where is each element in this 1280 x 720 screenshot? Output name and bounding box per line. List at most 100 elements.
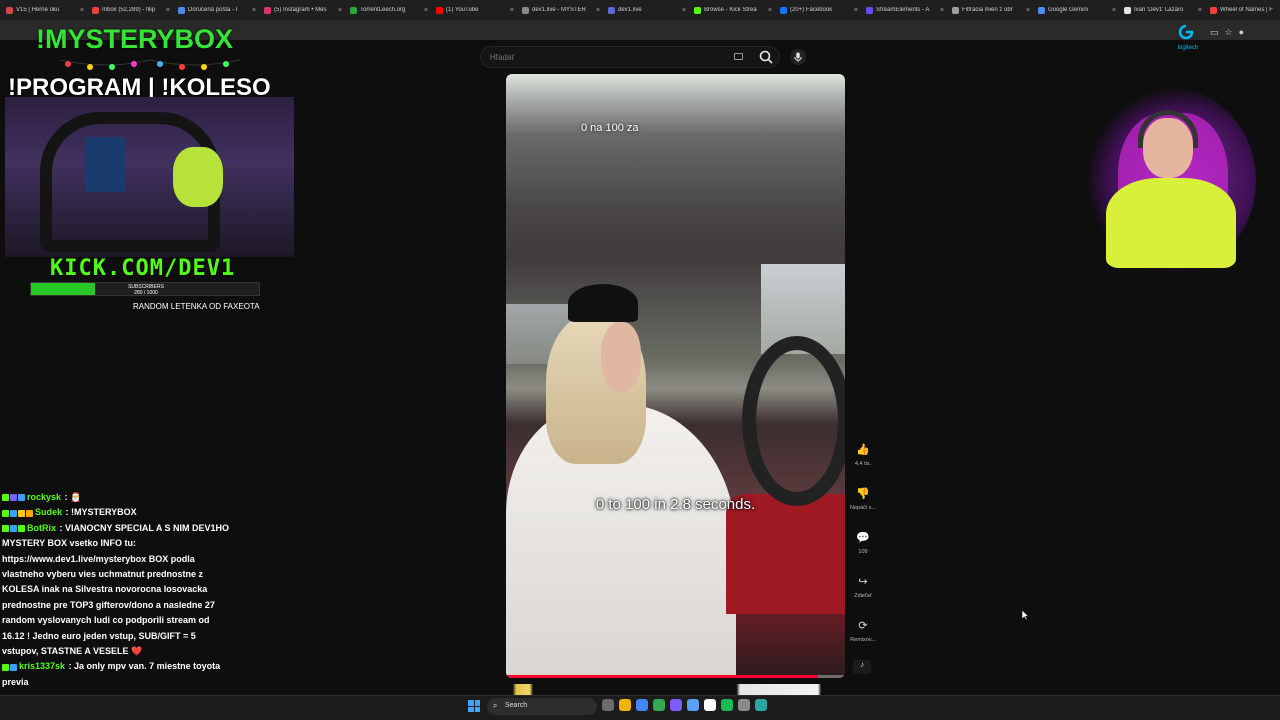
tab-close-icon[interactable]: × — [1198, 7, 1202, 14]
browser-tab[interactable]: Browse - Kick Strea × — [690, 2, 776, 18]
keyboard-icon[interactable] — [734, 53, 743, 60]
sound-thumbnail[interactable]: ♪ — [853, 660, 871, 674]
search-box[interactable]: Hľadať — [480, 46, 780, 68]
kick-url: KICK.COM/DEV1 — [50, 256, 236, 281]
browser-tab[interactable]: Doručená pošta - I × — [174, 2, 260, 18]
chat-badges — [2, 663, 17, 671]
browser-tab[interactable]: (1) YouTube × — [432, 2, 518, 18]
tab-close-icon[interactable]: × — [854, 7, 858, 14]
overlay-title-mysterybox: !MYSTERYBOX — [36, 24, 234, 54]
streamer-face-cam — [1088, 88, 1256, 273]
tab-title: (20+) Facebook — [790, 7, 833, 13]
browser-tab-bar: V15 | Herné oku × Inbox (52,289) - filip × D… — [0, 0, 1280, 20]
taskbar-app-icon[interactable] — [687, 699, 699, 711]
windows-start-icon[interactable] — [468, 700, 480, 712]
comment-icon[interactable]: 💬 — [854, 528, 872, 546]
action-label: 109 — [858, 549, 868, 555]
cast-icon[interactable]: ▭ — [1210, 27, 1219, 38]
dislike-button[interactable]: 👎 Nepáči s... — [845, 484, 881, 518]
logitech-text: logitech — [1177, 45, 1199, 51]
taskbar-app-icon[interactable] — [721, 699, 733, 711]
chat-text: : VIANOCNY SPECIAL A S NIM DEV1HO MYSTER… — [2, 522, 230, 657]
video-progress-bar[interactable] — [506, 675, 845, 678]
browser-tab[interactable]: Filtrácia mien z obr × — [948, 2, 1034, 18]
christmas-lights-decoration — [60, 59, 240, 70]
logitech-logo: logitech — [1176, 24, 1200, 54]
tab-title: Inbox (52,289) - filip — [102, 7, 156, 13]
browser-tab[interactable]: Ivan 'Dev1' Lazaro × — [1120, 2, 1206, 18]
overlay-ticker: RANDOM LETENKA OD FAXEOTA — [133, 302, 260, 311]
chat-username[interactable]: rockysk — [27, 492, 61, 502]
browser-tab[interactable]: StreamElements - A × — [862, 2, 948, 18]
chat-username[interactable]: BotRix — [27, 523, 56, 533]
tab-close-icon[interactable]: × — [596, 7, 600, 14]
tab-close-icon[interactable]: × — [1112, 7, 1116, 14]
monitor — [85, 137, 125, 192]
taskbar-app-icon[interactable] — [636, 699, 648, 711]
chat-username[interactable]: kris1337sk — [19, 661, 65, 671]
like-icon[interactable]: 👍 — [854, 440, 872, 458]
browser-tab[interactable]: (20+) Facebook × — [776, 2, 862, 18]
tab-close-icon[interactable]: × — [424, 7, 428, 14]
tab-close-icon[interactable]: × — [510, 7, 514, 14]
taskbar-app-icon[interactable] — [738, 699, 750, 711]
bookmark-icon[interactable]: ☆ — [1225, 27, 1233, 38]
taskbar-apps — [602, 699, 767, 711]
taskbar-app-icon[interactable] — [704, 699, 716, 711]
action-label: Nepáči s... — [850, 505, 876, 511]
browser-tab[interactable]: Wheel of Names | F× — [1206, 2, 1280, 18]
taskbar-search[interactable]: ⌕ Search — [487, 698, 597, 715]
browser-tab[interactable]: V15 | Herné oku × — [2, 2, 88, 18]
tab-close-icon[interactable]: × — [80, 7, 84, 14]
short-actions: 👍 4,4 tis. 👎 Nepáči s... 💬 109 ↪ Zdieľať ⟳ Remixo… — [845, 440, 881, 660]
tab-title: V15 | Herné oku — [16, 7, 60, 13]
taskbar-app-icon[interactable] — [653, 699, 665, 711]
comment-button[interactable]: 💬 109 — [845, 528, 881, 562]
mic-icon[interactable] — [790, 49, 806, 65]
chat-message: kris1337sk : Ja only mpv van. 7 miestne … — [2, 659, 232, 690]
search-icon[interactable] — [758, 49, 774, 65]
tab-close-icon[interactable]: × — [768, 7, 772, 14]
taskbar-app-icon[interactable] — [602, 699, 614, 711]
tab-favicon-icon — [780, 6, 787, 14]
browser-tab[interactable]: dev1.live × — [604, 2, 690, 18]
chat-message: rockysk : 🎅 — [2, 490, 232, 505]
browser-tab[interactable]: dev1.live - MYSTER × — [518, 2, 604, 18]
browser-tab[interactable]: TorrentLeech.org × — [346, 2, 432, 18]
tab-favicon-icon — [866, 6, 873, 14]
browser-tab[interactable]: (5) Instagram • Mes × — [260, 2, 346, 18]
taskbar-app-icon[interactable] — [670, 699, 682, 711]
browser-tab[interactable]: Inbox (52,289) - filip × — [88, 2, 174, 18]
tab-close-icon[interactable]: × — [252, 7, 256, 14]
short-video-player[interactable]: 0 na 100 za 0 to 100 in 2.8 seconds. — [506, 74, 845, 678]
share-icon[interactable]: ↪ — [854, 572, 872, 590]
tab-favicon-icon — [694, 6, 701, 14]
badge-icon — [18, 509, 25, 517]
tab-close-icon[interactable]: × — [940, 7, 944, 14]
action-label: Zdieľať — [854, 593, 872, 599]
tab-close-icon[interactable]: × — [1026, 7, 1030, 14]
like-button[interactable]: 👍 4,4 tis. — [845, 440, 881, 474]
tab-close-icon[interactable]: × — [166, 7, 170, 14]
next-short-preview[interactable] — [506, 684, 845, 695]
badge-icon — [2, 509, 9, 517]
tab-favicon-icon — [1124, 6, 1131, 14]
tab-favicon-icon — [6, 6, 13, 14]
chat-badges — [2, 524, 25, 532]
badge-icon — [2, 524, 9, 532]
subscriber-goal-count: 280 / 1000 — [134, 290, 158, 296]
remix-icon[interactable]: ⟳ — [854, 616, 872, 634]
profile-icon[interactable]: ● — [1239, 27, 1244, 38]
taskbar-app-icon[interactable] — [619, 699, 631, 711]
share-button[interactable]: ↪ Zdieľať — [845, 572, 881, 606]
streamer-shirt — [1106, 178, 1236, 268]
dislike-icon[interactable]: 👎 — [854, 484, 872, 502]
badge-icon — [10, 509, 17, 517]
tab-close-icon[interactable]: × — [338, 7, 342, 14]
taskbar-app-icon[interactable] — [755, 699, 767, 711]
tab-close-icon[interactable]: × — [682, 7, 686, 14]
video-progress-fill — [506, 675, 818, 678]
browser-tab[interactable]: Google Gemini × — [1034, 2, 1120, 18]
chat-username[interactable]: Sudek — [35, 507, 62, 517]
remix-button[interactable]: ⟳ Remixov... — [845, 616, 881, 650]
